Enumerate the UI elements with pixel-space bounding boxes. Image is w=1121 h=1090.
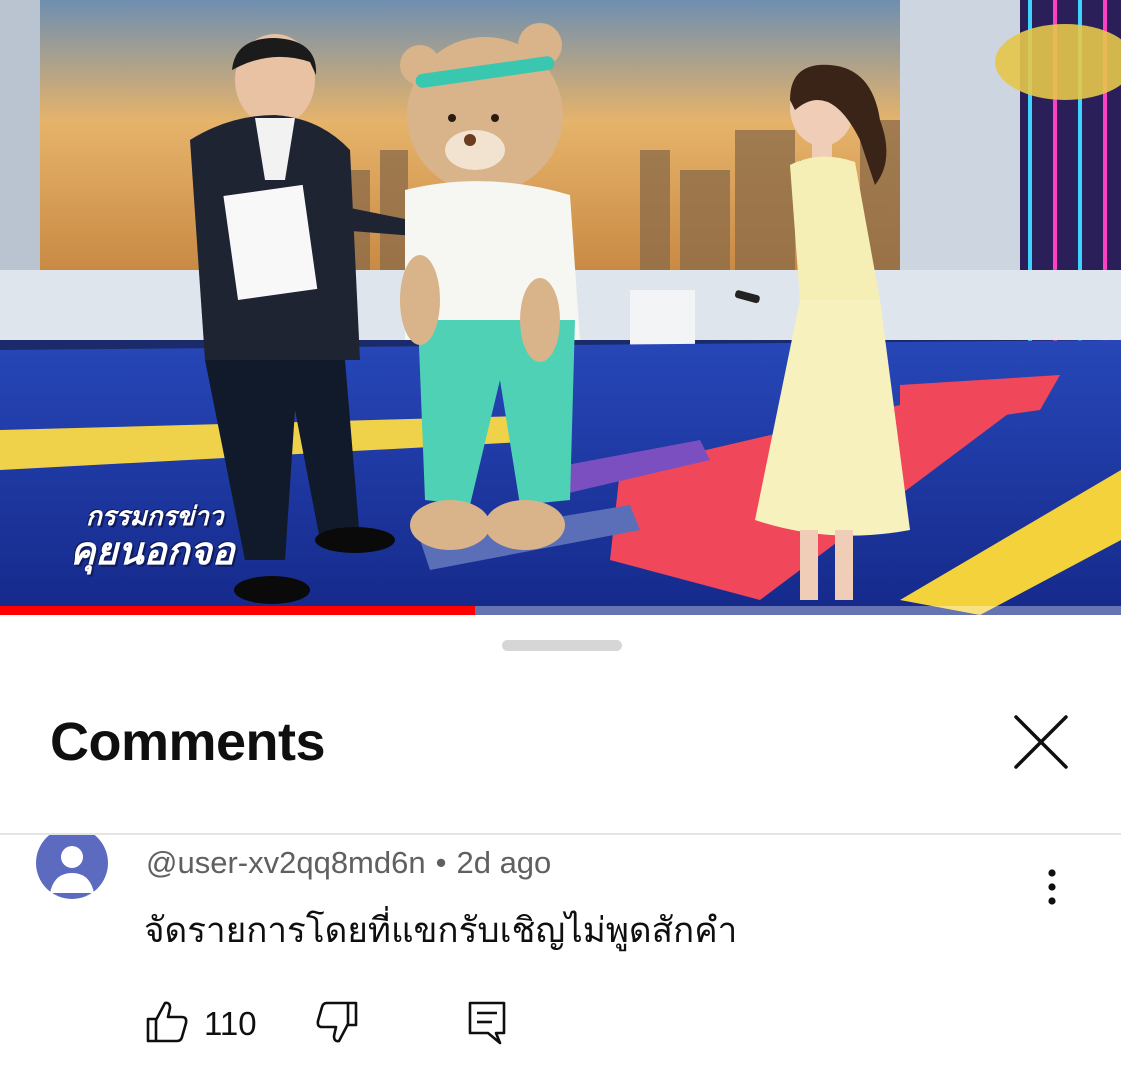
comment-meta: @user-xv2qq8md6n • 2d ago bbox=[146, 845, 551, 881]
show-title-line1: กรรมกรข่าว bbox=[86, 502, 224, 532]
thumbs-up-icon bbox=[146, 1001, 188, 1043]
reply-button[interactable] bbox=[464, 999, 510, 1045]
show-title-line2: คุยนอกจอ bbox=[70, 529, 235, 573]
like-count: 110 bbox=[204, 1005, 257, 1042]
comment-actions: 110 bbox=[144, 999, 544, 1049]
video-progress-played bbox=[0, 606, 476, 615]
comment-item: @user-xv2qq8md6n • 2d ago จัดรายการโดยที่แ… bbox=[0, 835, 1121, 1090]
like-button[interactable] bbox=[144, 999, 190, 1045]
thumbs-down-icon bbox=[316, 1001, 358, 1043]
comments-sheet: Comments @user-xv2qq8md6n • 2d ago จัดรา… bbox=[0, 615, 1121, 1090]
video-player[interactable]: กรรมกรข่าว คุยนอกจอ bbox=[0, 0, 1121, 615]
show-title-overlay: กรรมกรข่าว คุยนอกจอ bbox=[70, 504, 235, 570]
comment-avatar[interactable] bbox=[36, 835, 108, 899]
meta-separator: • bbox=[435, 845, 447, 880]
comments-title: Comments bbox=[50, 712, 326, 772]
sheet-drag-handle[interactable] bbox=[502, 640, 622, 651]
video-progress-bar[interactable] bbox=[0, 606, 1121, 615]
close-icon bbox=[1014, 715, 1068, 769]
comment-author[interactable]: @user-xv2qq8md6n bbox=[146, 845, 426, 880]
comment-time: 2d ago bbox=[456, 845, 552, 880]
dislike-button[interactable] bbox=[314, 999, 360, 1045]
comment-text: จัดรายการโดยที่แขกรับเชิญไม่พูดสักคำ bbox=[144, 911, 738, 951]
more-vertical-icon bbox=[1048, 869, 1056, 905]
close-button[interactable] bbox=[1008, 709, 1074, 775]
page: กรรมกรข่าว คุยนอกจอ Comments @user-xv2qq… bbox=[0, 0, 1121, 1090]
default-avatar-icon bbox=[36, 835, 108, 899]
comment-more-button[interactable] bbox=[1030, 865, 1074, 909]
reply-icon bbox=[468, 1001, 506, 1045]
